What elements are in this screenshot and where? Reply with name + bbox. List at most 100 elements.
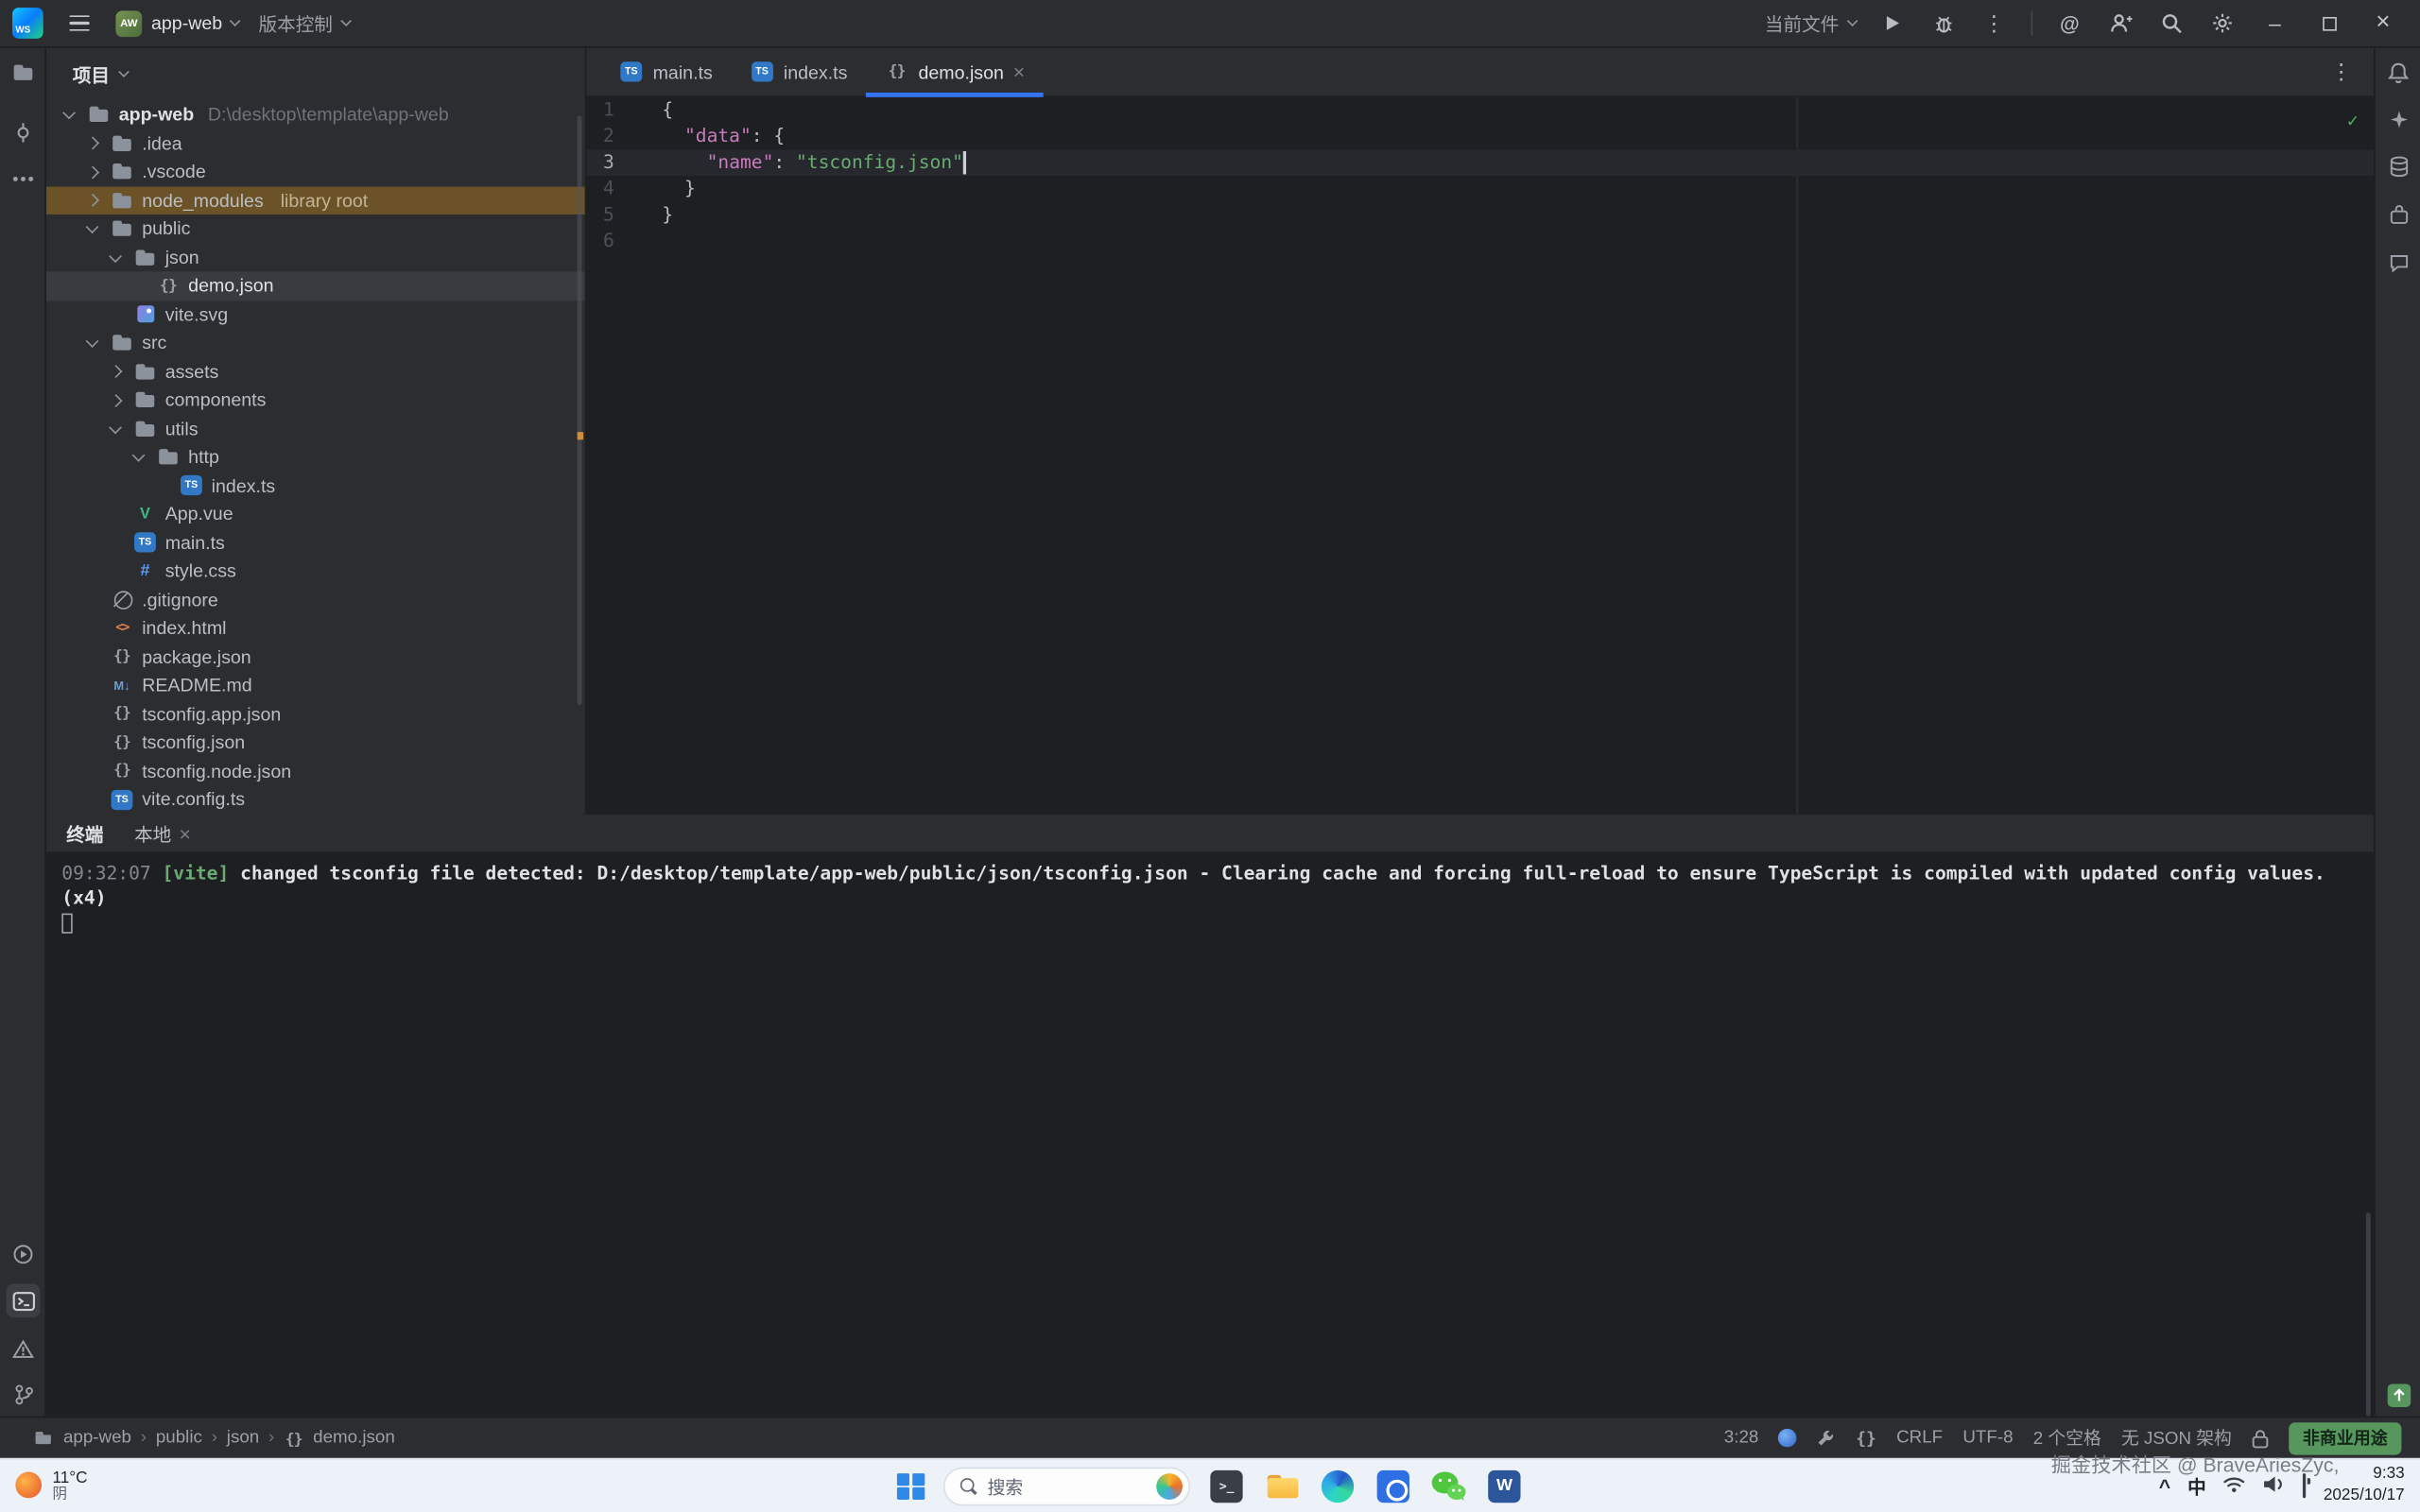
taskbar-app-dark[interactable] xyxy=(1208,1468,1245,1504)
tree-item-demo-json[interactable]: demo.json xyxy=(46,271,585,300)
tree-item-public[interactable]: public xyxy=(46,215,585,243)
tree-item-gitignore[interactable]: .gitignore xyxy=(46,586,585,614)
tree-item-json[interactable]: json xyxy=(46,243,585,271)
debug-button[interactable] xyxy=(1929,9,1957,37)
tree-item-utils[interactable]: utils xyxy=(46,414,585,442)
ai-chat-icon[interactable] xyxy=(2381,246,2415,280)
git-branch-icon[interactable] xyxy=(7,1378,41,1412)
breadcrumb-public[interactable]: public xyxy=(156,1429,202,1448)
plugins-tool-icon[interactable] xyxy=(2381,198,2415,232)
tree-item-node-modules[interactable]: node_moduleslibrary root xyxy=(46,186,585,215)
taskbar-search[interactable]: 搜索 xyxy=(942,1468,1189,1506)
code-line-current[interactable]: 3 "name": "tsconfig.json" xyxy=(586,149,2374,176)
tree-item-tsconfig-node-json[interactable]: tsconfig.node.json xyxy=(46,757,585,785)
collapse-icon[interactable] xyxy=(110,366,122,378)
start-button[interactable] xyxy=(897,1473,925,1501)
braces-status-icon[interactable]: {} xyxy=(1856,1430,1876,1447)
mentions-icon[interactable] xyxy=(2056,9,2083,37)
plugin-status-icon[interactable] xyxy=(1779,1429,1798,1448)
close-window-button[interactable] xyxy=(2367,8,2398,39)
tree-item-readme-md[interactable]: README.md xyxy=(46,671,585,699)
weather-widget[interactable]: 11°C 阴 xyxy=(0,1468,88,1503)
maximize-button[interactable] xyxy=(2313,8,2344,39)
encoding-widget[interactable]: UTF-8 xyxy=(1962,1429,2013,1448)
tab-demo-json[interactable]: demo.json xyxy=(866,48,1044,96)
minimize-button[interactable] xyxy=(2259,8,2290,39)
tree-item-vscode[interactable]: .vscode xyxy=(46,158,585,186)
tree-item-main-ts[interactable]: main.ts xyxy=(46,528,585,557)
tool-status-icon[interactable] xyxy=(1817,1429,1836,1448)
wechat-button[interactable] xyxy=(1430,1468,1467,1504)
battery-icon[interactable] xyxy=(2304,1475,2307,1497)
breadcrumb-json[interactable]: json xyxy=(227,1429,259,1448)
collapse-icon[interactable] xyxy=(87,194,99,206)
code-line[interactable]: 2 "data": { xyxy=(586,124,2374,150)
terminal-title[interactable]: 终端 xyxy=(66,820,103,847)
word-button[interactable] xyxy=(1486,1468,1523,1504)
tab-main-ts[interactable]: main.ts xyxy=(600,48,731,96)
taskbar-app-blue[interactable] xyxy=(1374,1468,1411,1504)
breadcrumb-demo-json[interactable]: demo.json xyxy=(313,1429,395,1448)
close-terminal-tab-icon[interactable] xyxy=(179,821,190,844)
tree-item-index-html[interactable]: index.html xyxy=(46,614,585,643)
terminal-tab-local[interactable]: 本地 xyxy=(134,820,191,847)
expand-icon[interactable] xyxy=(87,220,99,232)
run-button[interactable] xyxy=(1878,9,1906,37)
file-explorer-button[interactable] xyxy=(1264,1468,1301,1504)
expand-icon[interactable] xyxy=(110,421,122,433)
search-everywhere-icon[interactable] xyxy=(2157,9,2185,37)
tree-item-tsconfig-json[interactable]: tsconfig.json xyxy=(46,729,585,757)
tree-item-assets[interactable]: assets xyxy=(46,357,585,386)
json-schema-widget[interactable]: 无 JSON 架构 xyxy=(2121,1426,2232,1451)
terminal-scrollbar[interactable] xyxy=(2366,1212,2371,1417)
tree-item-components[interactable]: components xyxy=(46,386,585,414)
more-actions-icon[interactable] xyxy=(1980,9,2008,37)
lock-icon[interactable] xyxy=(2252,1428,2269,1448)
edge-button[interactable] xyxy=(1320,1468,1357,1504)
collapse-icon[interactable] xyxy=(87,137,99,149)
services-tool-icon[interactable] xyxy=(7,1237,41,1271)
tree-item-app-web[interactable]: app-webD:\desktop\template\app-web xyxy=(46,100,585,129)
tree-item-idea[interactable]: .idea xyxy=(46,129,585,157)
tree-item-package-json[interactable]: package.json xyxy=(46,643,585,671)
more-tools-icon[interactable] xyxy=(7,162,41,196)
collapse-icon[interactable] xyxy=(87,165,99,178)
project-panel-header[interactable]: 项目 xyxy=(46,48,585,101)
project-scrollbar[interactable] xyxy=(578,115,582,705)
expand-icon[interactable] xyxy=(110,249,122,261)
terminal-output[interactable]: 09:32:07 [vite] changed tsconfig file de… xyxy=(46,853,2374,950)
run-config-widget[interactable]: 当前文件 xyxy=(1765,10,1856,37)
update-plugin-icon[interactable] xyxy=(2381,1378,2415,1412)
indent-widget[interactable]: 2 个空格 xyxy=(2033,1426,2101,1451)
terminal-tool-icon[interactable] xyxy=(7,1283,41,1317)
vcs-widget[interactable]: 版本控制 xyxy=(259,10,350,37)
code-with-me-icon[interactable] xyxy=(2107,9,2135,37)
code-editor[interactable]: 1{ 2 "data": { 3 "name": "tsconfig.json"… xyxy=(586,97,2374,815)
settings-gear-icon[interactable] xyxy=(2208,9,2236,37)
tab-options-icon[interactable] xyxy=(2308,48,2374,96)
code-line[interactable]: 4 } xyxy=(586,176,2374,202)
project-widget[interactable]: AW app-web xyxy=(115,10,238,37)
tree-item-index-ts[interactable]: index.ts xyxy=(46,472,585,500)
breadcrumb-app-web[interactable]: app-web xyxy=(63,1429,131,1448)
collapse-icon[interactable] xyxy=(110,394,122,406)
expand-icon[interactable] xyxy=(63,106,76,118)
tree-item-http[interactable]: http xyxy=(46,443,585,472)
tree-item-vite-svg[interactable]: vite.svg xyxy=(46,301,585,329)
tree-item-tsconfig-app-json[interactable]: tsconfig.app.json xyxy=(46,699,585,728)
commit-tool-icon[interactable] xyxy=(7,115,41,149)
tree-item-vite-config-ts[interactable]: vite.config.ts xyxy=(46,785,585,814)
inspections-ok-icon[interactable] xyxy=(2347,108,2359,134)
tree-item-style-css[interactable]: style.css xyxy=(46,557,585,585)
expand-icon[interactable] xyxy=(133,449,146,461)
tab-index-ts[interactable]: index.ts xyxy=(731,48,866,96)
tree-item-app-vue[interactable]: App.vue xyxy=(46,500,585,528)
project-tool-icon[interactable] xyxy=(7,56,41,90)
tree-item-src[interactable]: src xyxy=(46,329,585,357)
notifications-bell-icon[interactable] xyxy=(2381,56,2415,90)
main-menu-icon[interactable] xyxy=(63,9,95,37)
code-line[interactable]: 6 xyxy=(586,229,2374,255)
ai-assistant-icon[interactable] xyxy=(2381,102,2415,136)
code-line[interactable]: 5} xyxy=(586,202,2374,229)
code-line[interactable]: 1{ xyxy=(586,97,2374,124)
